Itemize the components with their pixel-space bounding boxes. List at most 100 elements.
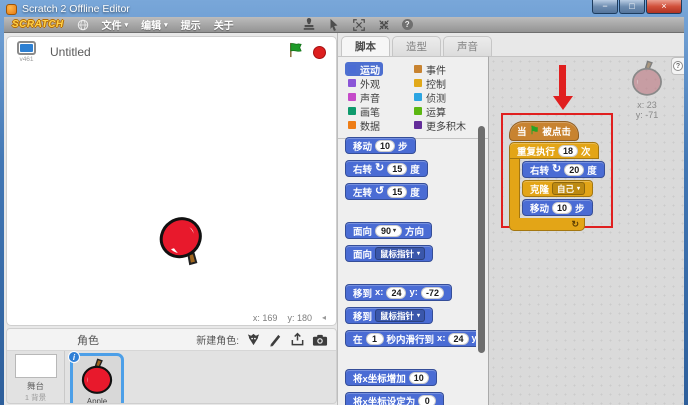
stage-thumbnail-column[interactable]: 舞台 1 背景 [7,351,65,403]
sprite-list: i Apple [65,351,336,403]
sprite-y-readout: y: -71 [623,110,671,120]
help-drawer-tab[interactable]: ? [671,57,684,75]
category-sensing[interactable]: 侦测 [411,90,449,104]
block-text: 右转 [530,163,549,177]
close-button[interactable]: × [646,0,682,14]
maximize-button[interactable]: □ [619,0,645,14]
shrink-sprite-icon[interactable] [377,18,391,32]
category-motion[interactable]: 运动 [345,62,383,76]
category-sound[interactable]: 声音 [345,90,383,104]
block-text: 移动 [530,201,549,215]
green-flag-button[interactable] [287,42,304,63]
upload-sprite-icon[interactable] [290,332,305,347]
stack-block[interactable]: 克隆自己▾ [522,180,593,197]
menu-edit[interactable]: 编辑▾ [141,17,168,32]
category-color-swatch [414,79,422,87]
grow-sprite-icon[interactable] [352,18,366,32]
stack-block[interactable]: 左转↺15度 [345,183,428,200]
stack-block[interactable]: 移动10步 [522,199,593,216]
number-input[interactable]: 24 [386,287,406,299]
category-pen[interactable]: 画笔 [345,104,383,118]
category-label: 运动 [360,62,380,77]
stop-button[interactable] [313,46,326,59]
category-events[interactable]: 事件 [411,62,449,76]
number-input[interactable]: 10 [375,140,395,152]
block-text: 克隆 [530,182,549,196]
block-text: 面向 [353,224,372,238]
mouse-y-readout: y: 180 [287,313,312,323]
dropdown-field[interactable]: 自己▾ [552,182,585,195]
sprite-library-icon[interactable] [246,332,261,347]
repeat-block[interactable]: 重复执行18次右转↻20度克隆自己▾移动10步↻ [509,142,605,231]
fullscreen-control[interactable]: v461 [17,41,36,63]
number-input[interactable]: 10 [409,372,429,384]
hat-block[interactable]: 当⚑被点击 [509,121,579,141]
dropdown-field[interactable]: 鼠标指针▾ [375,247,425,260]
dropdown-field[interactable]: 鼠标指针▾ [375,309,425,322]
stack-block[interactable]: 将x坐标增加10 [345,369,437,386]
green-flag-icon: ⚑ [530,126,540,137]
script-area[interactable]: x: 23 y: -71 ? 当⚑被点击重复执行18次右转↻20度克隆自己▾移动… [488,56,684,405]
category-control[interactable]: 控制 [411,76,449,90]
c-block-head[interactable]: 重复执行18次 [509,142,599,159]
paint-new-sprite-icon[interactable] [268,332,283,347]
collapse-stage-icon[interactable]: ◂ [322,313,326,322]
number-input[interactable]: 15 [387,186,407,198]
tab-sounds[interactable]: 声音 [443,36,492,56]
number-input[interactable]: 24 [448,333,468,345]
dropdown-field[interactable]: 90▾ [375,225,402,237]
category-looks[interactable]: 外观 [345,76,383,90]
block-help-icon[interactable]: ? [402,19,413,30]
tab-scripts[interactable]: 脚本 [341,36,390,56]
minimize-button[interactable]: − [592,0,618,14]
number-input[interactable]: 20 [564,164,584,176]
sprite-info-icon[interactable]: i [68,351,80,363]
stack-block[interactable]: 将x坐标设定为0 [345,392,444,405]
title-bar: Scratch 2 Offline Editor − □ × [0,0,688,17]
apple-sprite-on-stage[interactable] [146,204,221,279]
camera-sprite-icon[interactable] [312,333,328,347]
stack-block[interactable]: 面向90▾方向 [345,222,432,239]
stage-thumbnail[interactable] [15,354,57,378]
category-operators[interactable]: 运算 [411,104,449,118]
number-input[interactable]: 1 [366,333,384,345]
number-input[interactable]: 15 [387,163,407,175]
category-color-swatch [348,93,356,101]
script-stack[interactable]: 当⚑被点击重复执行18次右转↻20度克隆自己▾移动10步↻ [509,121,605,231]
menu-file[interactable]: 文件▾ [102,17,129,32]
sprite-info-thumbnail [628,60,666,98]
c-block-foot: ↻ [509,218,585,231]
duplicate-stamp-icon[interactable] [302,18,316,32]
fullscreen-icon [17,41,36,55]
stack-block[interactable]: 在1秒内滑行到x:24y:-72 [345,330,476,347]
stage-canvas[interactable] [8,67,335,310]
dropdown-arrow-icon: ▾ [577,185,580,192]
number-input[interactable]: 18 [558,145,578,157]
block-text: 度 [410,162,420,176]
stack-block[interactable]: 移到x:24y:-72 [345,284,452,301]
project-title[interactable]: Untitled [50,45,91,59]
stack-block[interactable]: 面向鼠标指针▾ [345,245,433,262]
stack-block[interactable]: 右转↻15度 [345,160,428,177]
backdrop-count: 1 背景 [25,392,46,403]
palette-scrollbar[interactable] [478,126,485,353]
number-input[interactable]: 0 [418,395,436,405]
stage-label: 舞台 [27,380,44,392]
apple-thumbnail-image [77,358,117,396]
number-input[interactable]: 10 [552,202,572,214]
delete-cursor-icon[interactable] [327,18,341,32]
menu-tips[interactable]: 提示 [181,17,201,32]
category-more[interactable]: 更多积木 [411,118,469,132]
block-text: 面向 [353,247,372,261]
c-block-arm [509,159,520,218]
language-globe-icon[interactable] [77,19,89,31]
number-input[interactable]: -72 [421,287,444,299]
menu-about[interactable]: 关于 [214,17,234,32]
sprite-thumbnail-apple[interactable]: i Apple [70,353,124,404]
stack-block[interactable]: 移到鼠标指针▾ [345,307,433,324]
block-text: 秒内滑行到 [387,332,435,346]
stack-block[interactable]: 右转↻20度 [522,161,605,178]
tab-costumes[interactable]: 造型 [392,36,441,56]
stack-block[interactable]: 移动10步 [345,137,416,154]
category-data[interactable]: 数据 [345,118,383,132]
